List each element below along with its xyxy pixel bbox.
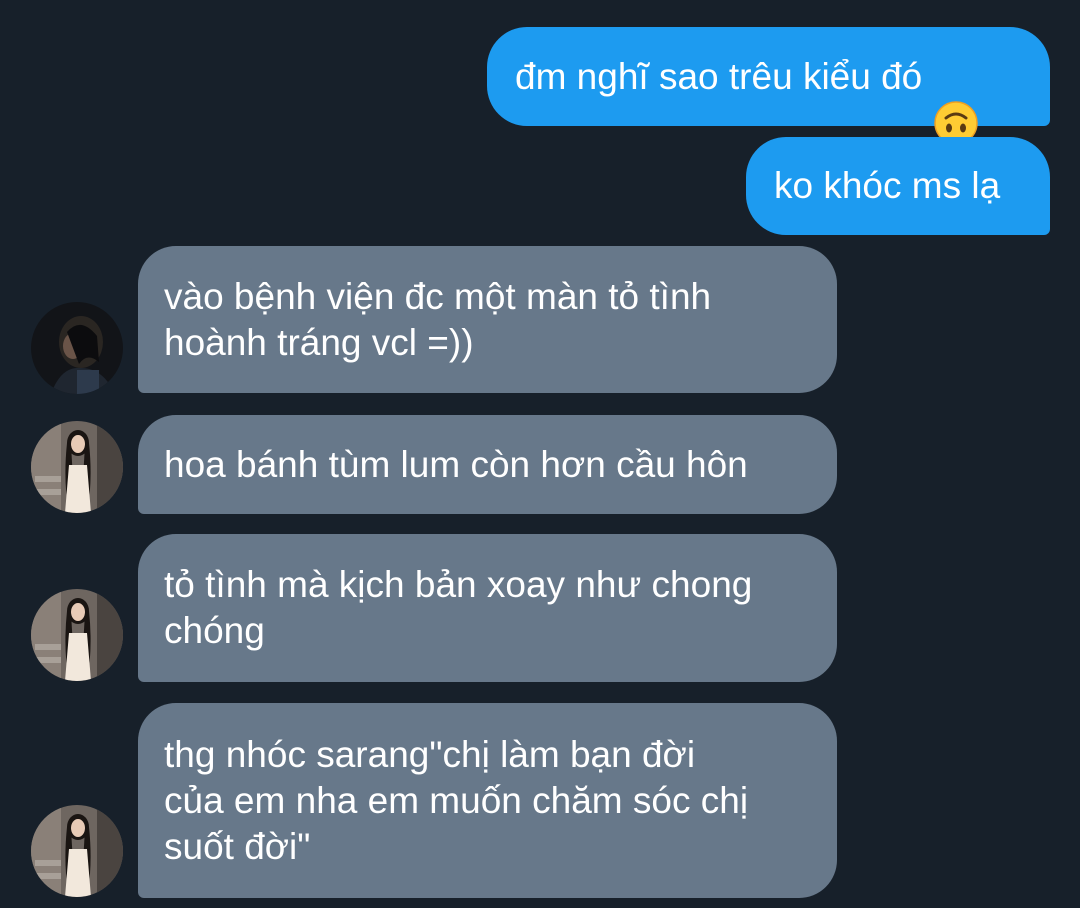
sent-message-bubble[interactable]: đm nghĩ sao trêu kiểu đó [487,27,1050,145]
message-text: đm nghĩ sao trêu kiểu đó [515,55,923,97]
message-text: ko khóc ms lạ [774,165,1001,206]
contact-avatar[interactable] [31,421,123,513]
white-dress-portrait-avatar-icon [31,589,123,681]
received-message-bubble[interactable]: hoa bánh tùm lum còn hơn cầu hôn [138,415,837,514]
upside-down-face-emoji-icon [934,55,979,145]
received-message-bubble[interactable]: vào bệnh viện đc một màn tỏ tình hoành t… [138,246,837,393]
conversation-thread: đm nghĩ sao trêu kiểu đó ko khóc ms lạ v… [0,0,1080,908]
message-text: thg nhóc sarang"chị làm bạn đời của em n… [164,733,749,867]
sent-message-bubble[interactable]: ko khóc ms lạ [746,137,1050,235]
received-message-bubble[interactable]: tỏ tình mà kịch bản xoay như chong chóng [138,534,837,682]
received-message-bubble[interactable]: thg nhóc sarang"chị làm bạn đời của em n… [138,703,837,898]
message-text: tỏ tình mà kịch bản xoay như chong chóng [164,564,753,651]
contact-avatar[interactable] [31,589,123,681]
message-text: hoa bánh tùm lum còn hơn cầu hôn [164,443,748,485]
white-dress-portrait-avatar-icon [31,421,123,513]
contact-avatar[interactable] [31,805,123,897]
contact-avatar[interactable] [31,302,123,394]
white-dress-portrait-avatar-icon [31,805,123,897]
dark-portrait-avatar-icon [31,302,123,394]
message-text: vào bệnh viện đc một màn tỏ tình hoành t… [164,275,712,363]
